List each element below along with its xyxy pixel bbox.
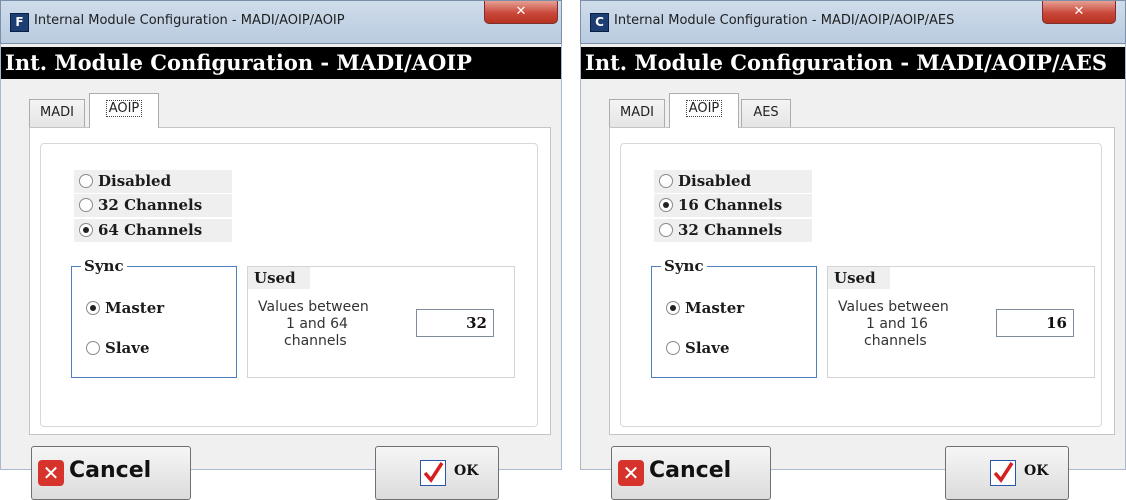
- radio-button-icon: [659, 222, 673, 237]
- config-header: Int. Module Configuration - MADI/AOIP: [1, 47, 561, 79]
- blue-checkmark-icon: [420, 460, 446, 486]
- sync-group: Sync Master Slave: [71, 257, 237, 378]
- used-description: Values between 1 and 64 channels: [258, 299, 369, 349]
- title-bar: F Internal Module Configuration - MADI/A…: [0, 0, 562, 44]
- app-icon: F: [10, 13, 29, 32]
- radio-disabled[interactable]: Disabled: [74, 170, 232, 193]
- config-header: Int. Module Configuration - MADI/AOIP/AE…: [581, 47, 1125, 79]
- radio-selected-icon: [79, 222, 93, 237]
- radio-32-channels[interactable]: 32 Channels: [74, 194, 232, 217]
- used-header: Used: [248, 267, 310, 289]
- close-x-icon: ✕: [515, 4, 527, 19]
- tab-panel: Disabled 32 Channels 64 Channels Sync Ma…: [29, 127, 551, 435]
- radio-master[interactable]: Master: [661, 299, 744, 318]
- radio-button-icon: [79, 197, 93, 212]
- radio-slave[interactable]: Slave: [81, 339, 150, 358]
- radio-master[interactable]: Master: [81, 299, 164, 318]
- used-header: Used: [828, 267, 890, 289]
- app-icon: C: [590, 13, 609, 32]
- radio-64-channels[interactable]: 64 Channels: [74, 219, 232, 242]
- red-x-icon: ✕: [38, 460, 64, 486]
- sync-group: Sync Master Slave: [651, 257, 817, 378]
- channels-value-input[interactable]: 32: [416, 309, 494, 337]
- radio-button-icon: [86, 340, 100, 355]
- tab-aoip[interactable]: AOIP: [669, 93, 739, 128]
- radio-selected-icon: [86, 300, 100, 315]
- used-description: Values between 1 and 16 channels: [838, 299, 949, 349]
- dialog-window-1: F Internal Module Configuration - MADI/A…: [0, 0, 562, 500]
- ok-label: OK: [1024, 463, 1049, 479]
- blue-checkmark-icon: [990, 460, 1016, 486]
- window-title: Internal Module Configuration - MADI/AOI…: [614, 13, 955, 28]
- tab-aoip[interactable]: AOIP: [89, 93, 159, 128]
- radio-slave[interactable]: Slave: [661, 339, 730, 358]
- cancel-button[interactable]: ✕ Cancel: [31, 446, 191, 500]
- radio-button-icon: [79, 173, 93, 188]
- title-bar: C Internal Module Configuration - MADI/A…: [580, 0, 1126, 44]
- red-x-icon: ✕: [618, 460, 644, 486]
- cancel-label: Cancel: [69, 458, 152, 483]
- radio-disabled[interactable]: Disabled: [654, 170, 812, 193]
- channels-value-input[interactable]: 16: [996, 309, 1074, 337]
- ok-button[interactable]: OK: [375, 446, 499, 500]
- close-button[interactable]: ✕: [1042, 1, 1116, 24]
- ok-button[interactable]: OK: [945, 446, 1069, 500]
- window-title: Internal Module Configuration - MADI/AOI…: [34, 13, 345, 28]
- radio-button-icon: [659, 173, 673, 188]
- used-group: Used Values between 1 and 16 channels 16: [827, 266, 1095, 378]
- config-group: Disabled 32 Channels 64 Channels Sync Ma…: [40, 143, 538, 427]
- radio-selected-icon: [659, 197, 673, 212]
- tab-madi[interactable]: MADI: [609, 99, 665, 127]
- radio-16-channels[interactable]: 16 Channels: [654, 194, 812, 217]
- cancel-button[interactable]: ✕ Cancel: [611, 446, 771, 500]
- radio-32-channels[interactable]: 32 Channels: [654, 219, 812, 242]
- sync-legend: Sync: [81, 257, 127, 275]
- close-x-icon: ✕: [1073, 4, 1085, 19]
- close-button[interactable]: ✕: [484, 1, 558, 24]
- config-group: Disabled 16 Channels 32 Channels Sync Ma…: [620, 143, 1102, 427]
- dialog-window-2: C Internal Module Configuration - MADI/A…: [580, 0, 1126, 500]
- cancel-label: Cancel: [649, 458, 732, 483]
- ok-label: OK: [454, 463, 479, 479]
- dialog-client: Int. Module Configuration - MADI/AOIP MA…: [0, 44, 562, 500]
- used-group: Used Values between 1 and 64 channels 32: [247, 266, 515, 378]
- radio-selected-icon: [666, 300, 680, 315]
- dialog-client: Int. Module Configuration - MADI/AOIP/AE…: [580, 44, 1126, 500]
- tab-aes[interactable]: AES: [741, 99, 791, 127]
- tab-madi[interactable]: MADI: [29, 99, 85, 127]
- sync-legend: Sync: [661, 257, 707, 275]
- tab-panel: Disabled 16 Channels 32 Channels Sync Ma…: [609, 127, 1115, 435]
- radio-button-icon: [666, 340, 680, 355]
